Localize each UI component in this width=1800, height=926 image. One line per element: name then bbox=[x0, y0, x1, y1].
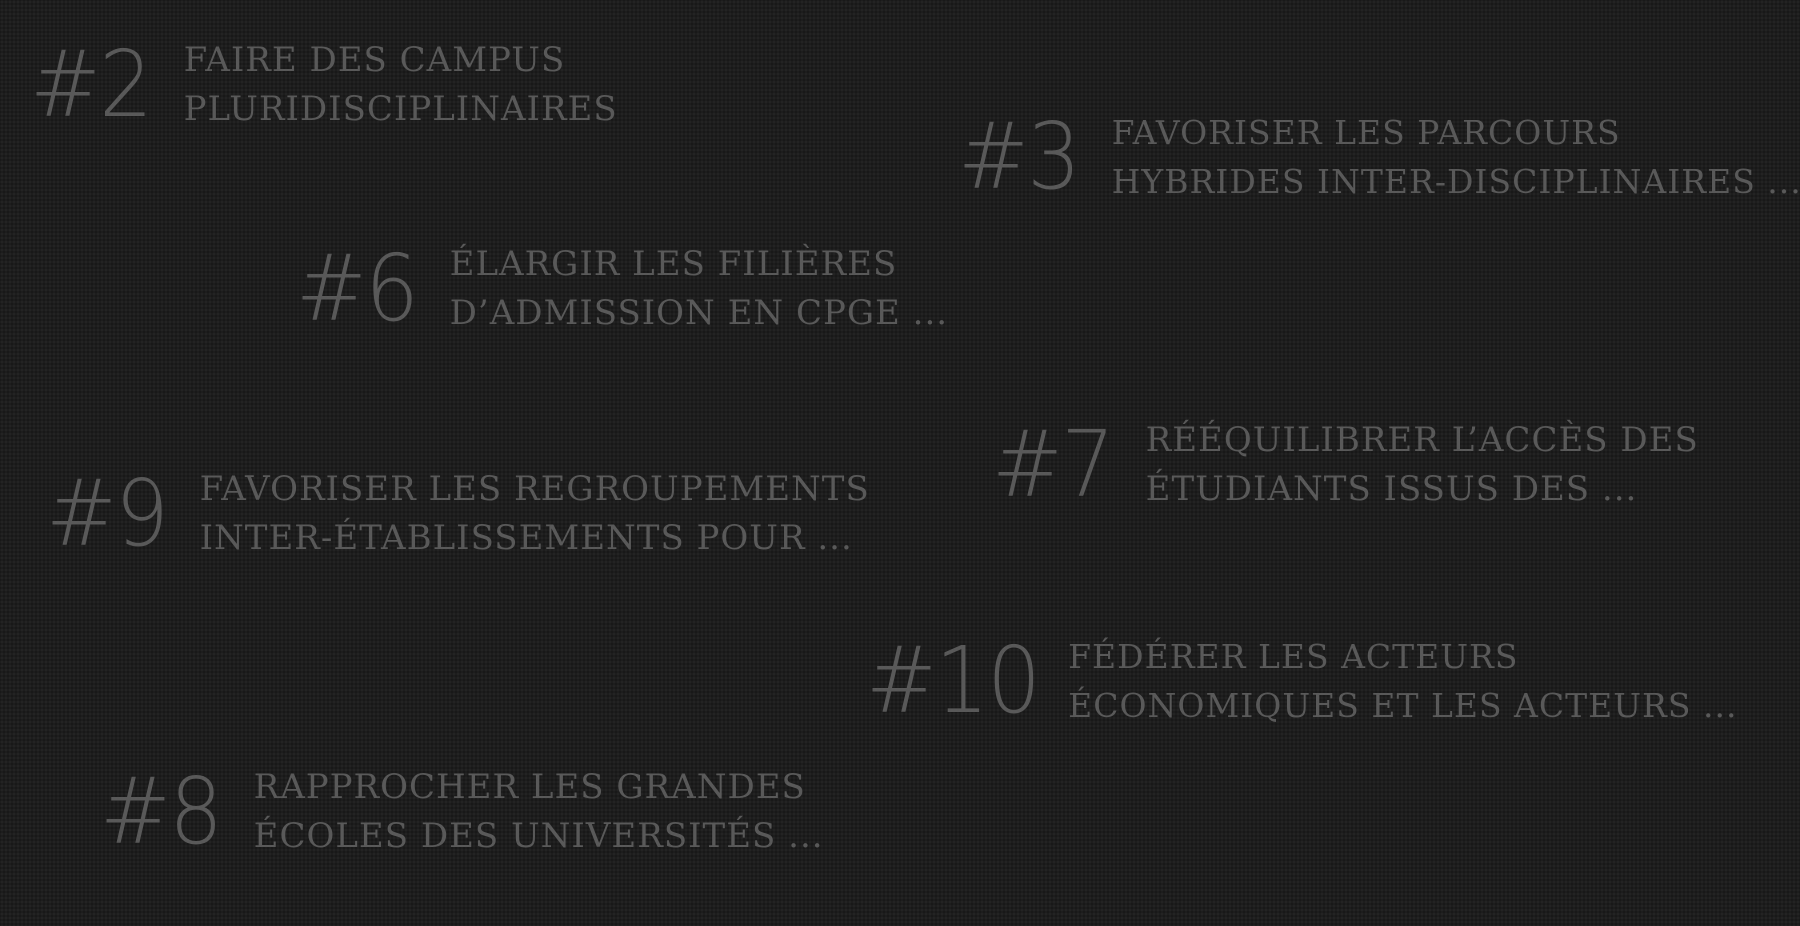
proposal-title-line-1: Élargir les filières bbox=[449, 244, 898, 284]
proposal-title-line-1: Fédérer les acteurs bbox=[1068, 637, 1519, 676]
proposal-title-line-2: écoles des universités ... bbox=[253, 816, 824, 856]
proposal-number: #10 bbox=[866, 627, 1041, 734]
proposal-link-10[interactable]: #10 Fédérer les acteurs économiques et l… bbox=[866, 632, 1737, 730]
proposal-link-2[interactable]: #2 Faire des campus pluridisciplinaires bbox=[30, 36, 618, 134]
proposal-title-line-2: hybrides inter-disciplinaires ... bbox=[1111, 162, 1800, 201]
proposal-title-line-1: Rapprocher les grandes bbox=[253, 767, 806, 807]
proposal-number: #8 bbox=[100, 758, 223, 865]
proposal-title-line-1: Favoriser les regroupements bbox=[199, 469, 870, 509]
proposal-title-line-2: étudiants issus des ... bbox=[1145, 469, 1638, 509]
proposal-title: Favoriser les parcours hybrides inter-di… bbox=[1112, 108, 1800, 206]
proposal-number: #7 bbox=[992, 411, 1115, 518]
proposal-number: #9 bbox=[46, 460, 169, 567]
proposal-title: Rééquilibrer l’accès des étudiants issus… bbox=[1146, 416, 1699, 514]
proposal-title-line-1: Favoriser les parcours bbox=[1111, 113, 1621, 152]
proposal-number: #2 bbox=[30, 31, 153, 138]
proposal-link-3[interactable]: #3 Favoriser les parcours hybrides inter… bbox=[958, 108, 1800, 206]
proposal-link-9[interactable]: #9 Favoriser les regroupements inter-éta… bbox=[46, 465, 870, 563]
proposal-title-line-2: économiques et les acteurs ... bbox=[1068, 686, 1738, 725]
proposal-link-6[interactable]: #6 Élargir les filières d’admission en C… bbox=[296, 240, 948, 338]
proposal-number: #3 bbox=[958, 103, 1081, 210]
proposal-title-line-1: Faire des campus bbox=[183, 40, 566, 80]
proposal-title: Faire des campus pluridisciplinaires bbox=[184, 36, 618, 134]
proposal-title: Favoriser les regroupements inter-établi… bbox=[200, 465, 870, 563]
proposal-title-line-2: d’admission en CPGE ... bbox=[449, 293, 949, 333]
proposal-link-7[interactable]: #7 Rééquilibrer l’accès des étudiants is… bbox=[992, 416, 1699, 514]
proposal-title: Rapprocher les grandes écoles des univer… bbox=[254, 763, 824, 861]
proposal-link-8[interactable]: #8 Rapprocher les grandes écoles des uni… bbox=[100, 763, 824, 861]
proposal-title-line-1: Rééquilibrer l’accès des bbox=[1145, 420, 1699, 460]
proposal-title-line-2: pluridisciplinaires bbox=[183, 89, 618, 129]
proposal-title: Élargir les filières d’admission en CPGE… bbox=[450, 240, 948, 338]
proposal-title: Fédérer les acteurs économiques et les a… bbox=[1068, 632, 1737, 730]
proposal-title-line-2: inter-établissements pour ... bbox=[199, 518, 853, 558]
proposal-number: #6 bbox=[296, 235, 419, 342]
